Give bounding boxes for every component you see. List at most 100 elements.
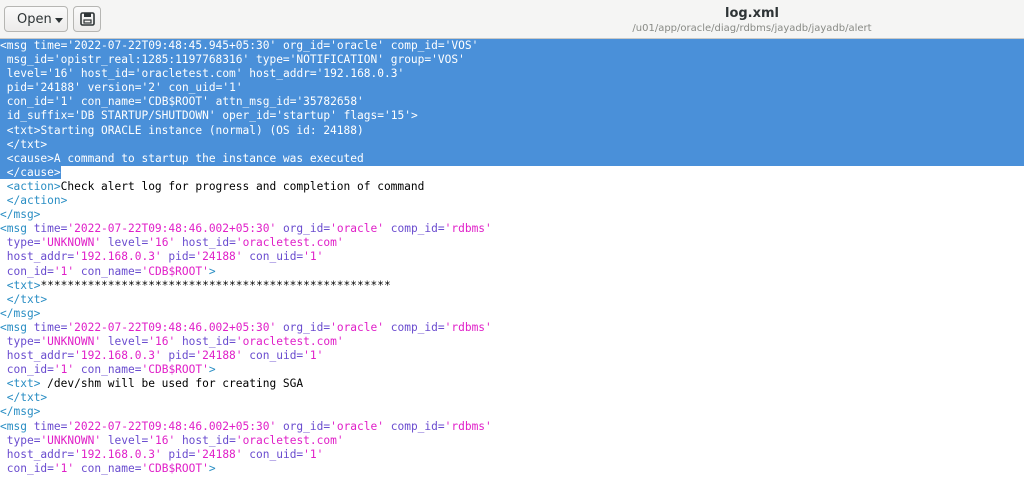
code-token-val: 'VOS' bbox=[431, 53, 465, 67]
code-token-val: '16' bbox=[148, 433, 176, 447]
code-token-val: 'oracletest.com' bbox=[235, 433, 344, 447]
code-line[interactable]: </txt> bbox=[0, 293, 1024, 307]
code-token-attr: host_id= bbox=[181, 334, 236, 348]
code-line[interactable]: level='16' host_id='oracletest.com' host… bbox=[0, 67, 1024, 82]
text-editor[interactable]: <msg time='2022-07-22T09:48:45.945+05:30… bbox=[0, 39, 1024, 478]
code-line[interactable]: msg_id='opistr_real:1285:1197768316' typ… bbox=[0, 53, 1024, 68]
code-token-val: 'oracletest.com' bbox=[134, 67, 243, 81]
code-token-attr: level= bbox=[6, 67, 48, 81]
code-token-val: '1' bbox=[303, 250, 324, 264]
code-token-val: 'VOS' bbox=[444, 39, 479, 52]
code-token-attr: level= bbox=[107, 334, 149, 348]
code-line[interactable]: </cause> bbox=[0, 165, 1024, 180]
code-token-attr: pid= bbox=[168, 250, 196, 264]
code-token-attr: con_name= bbox=[80, 461, 142, 475]
code-token-val: '192.168.0.3' bbox=[74, 447, 162, 461]
code-token-tag: > bbox=[410, 109, 418, 123]
code-token-attr: id_suffix= bbox=[6, 109, 75, 123]
code-token-attr: org_id= bbox=[282, 419, 331, 433]
code-token-val: 'startup' bbox=[276, 109, 337, 123]
code-line[interactable]: con_id='1' con_name='CDB$ROOT' attn_msg_… bbox=[0, 95, 1024, 110]
code-line[interactable]: con_id='1' con_name='CDB$ROOT'> bbox=[0, 265, 1024, 279]
code-line[interactable]: </action> bbox=[0, 194, 1024, 208]
code-line[interactable]: <msg time='2022-07-22T09:48:46.002+05:30… bbox=[0, 321, 1024, 335]
code-line[interactable]: type='UNKNOWN' level='16' host_id='oracl… bbox=[0, 434, 1024, 448]
code-token-tag: <cause> bbox=[6, 151, 54, 165]
code-line[interactable]: </msg> bbox=[0, 405, 1024, 419]
code-token-val: 'UNKNOWN' bbox=[40, 236, 102, 250]
code-token-attr: time= bbox=[33, 222, 68, 236]
code-line[interactable]: type='UNKNOWN' level='16' host_id='oracl… bbox=[0, 335, 1024, 349]
code-token-attr: pid= bbox=[168, 349, 196, 363]
code-line[interactable]: </msg> bbox=[0, 208, 1024, 222]
code-token-attr: host_addr= bbox=[6, 447, 75, 461]
code-token-tag: </txt> bbox=[6, 391, 48, 405]
code-line[interactable]: host_addr='192.168.0.3' pid='24188' con_… bbox=[0, 448, 1024, 462]
code-token-val: 'rdbms' bbox=[444, 222, 492, 236]
code-line[interactable]: </txt> bbox=[0, 137, 1024, 152]
code-line[interactable]: </msg> bbox=[0, 307, 1024, 321]
code-line[interactable]: <msg time='2022-07-22T09:48:46.002+05:30… bbox=[0, 420, 1024, 434]
code-token-attr: con_uid= bbox=[249, 447, 304, 461]
code-line[interactable]: <txt>***********************************… bbox=[0, 279, 1024, 293]
code-line[interactable]: pid='24188' version='2' con_uid='1' bbox=[0, 81, 1024, 96]
code-line[interactable]: <msg time='2022-07-22T09:48:46.002+05:30… bbox=[0, 222, 1024, 236]
code-token-val: 'UNKNOWN' bbox=[40, 334, 102, 348]
code-token-tag: <txt> bbox=[6, 123, 41, 137]
code-token-val: '1' bbox=[303, 447, 324, 461]
code-token-attr: host_id= bbox=[181, 236, 236, 250]
code-line[interactable]: type='UNKNOWN' level='16' host_id='oracl… bbox=[0, 236, 1024, 250]
code-token-tag: <msg bbox=[0, 222, 34, 236]
code-line[interactable]: <txt> /dev/shm will be used for creating… bbox=[0, 377, 1024, 391]
code-token-val: '2022-07-22T09:48:46.002+05:30' bbox=[67, 320, 277, 334]
code-token-attr: type= bbox=[6, 433, 41, 447]
code-token-val: '192.168.0.3' bbox=[74, 250, 162, 264]
code-token-tag: </msg> bbox=[0, 208, 41, 222]
code-token-val: '2022-07-22T09:48:46.002+05:30' bbox=[67, 222, 277, 236]
code-token-val: 'CDB$ROOT' bbox=[141, 264, 209, 278]
code-line[interactable]: </txt> bbox=[0, 391, 1024, 405]
code-token-val: 'CDB$ROOT' bbox=[141, 95, 209, 109]
code-token-txt: ****************************************… bbox=[40, 278, 391, 292]
code-token-txt: Check alert log for progress and complet… bbox=[60, 179, 425, 193]
file-path: /u01/app/oracle/diag/rdbms/jayadb/jayadb… bbox=[632, 23, 872, 34]
code-line[interactable]: <txt>Starting ORACLE instance (normal) (… bbox=[0, 123, 1024, 138]
code-line[interactable]: <msg time='2022-07-22T09:48:45.945+05:30… bbox=[0, 39, 1024, 54]
code-line[interactable]: host_addr='192.168.0.3' pid='24188' con_… bbox=[0, 250, 1024, 264]
code-token-attr: con_name= bbox=[80, 95, 142, 109]
code-token-attr: level= bbox=[107, 236, 149, 250]
code-line[interactable]: id_suffix='DB STARTUP/SHUTDOWN' oper_id=… bbox=[0, 109, 1024, 124]
code-token-val: '1' bbox=[222, 81, 243, 95]
code-token-val: '24188' bbox=[33, 81, 81, 95]
code-token-tag: > bbox=[208, 363, 216, 377]
code-line[interactable]: con_id='1' con_name='CDB$ROOT'> bbox=[0, 363, 1024, 377]
code-line[interactable]: con_id='1' con_name='CDB$ROOT'> bbox=[0, 462, 1024, 476]
code-line[interactable]: <cause>A command to startup the instance… bbox=[0, 151, 1024, 166]
code-line[interactable]: host_addr='192.168.0.3' pid='24188' con_… bbox=[0, 349, 1024, 363]
code-line[interactable]: <action>Check alert log for progress and… bbox=[0, 180, 1024, 194]
code-token-attr: time= bbox=[33, 320, 68, 334]
code-token-attr: con_id= bbox=[6, 363, 54, 377]
code-token-attr: pid= bbox=[168, 447, 196, 461]
code-token-attr: comp_id= bbox=[390, 419, 445, 433]
code-token-tag: <txt> bbox=[6, 377, 41, 391]
code-token-val: 'opistr_real:1285:1197768316' bbox=[53, 53, 250, 67]
